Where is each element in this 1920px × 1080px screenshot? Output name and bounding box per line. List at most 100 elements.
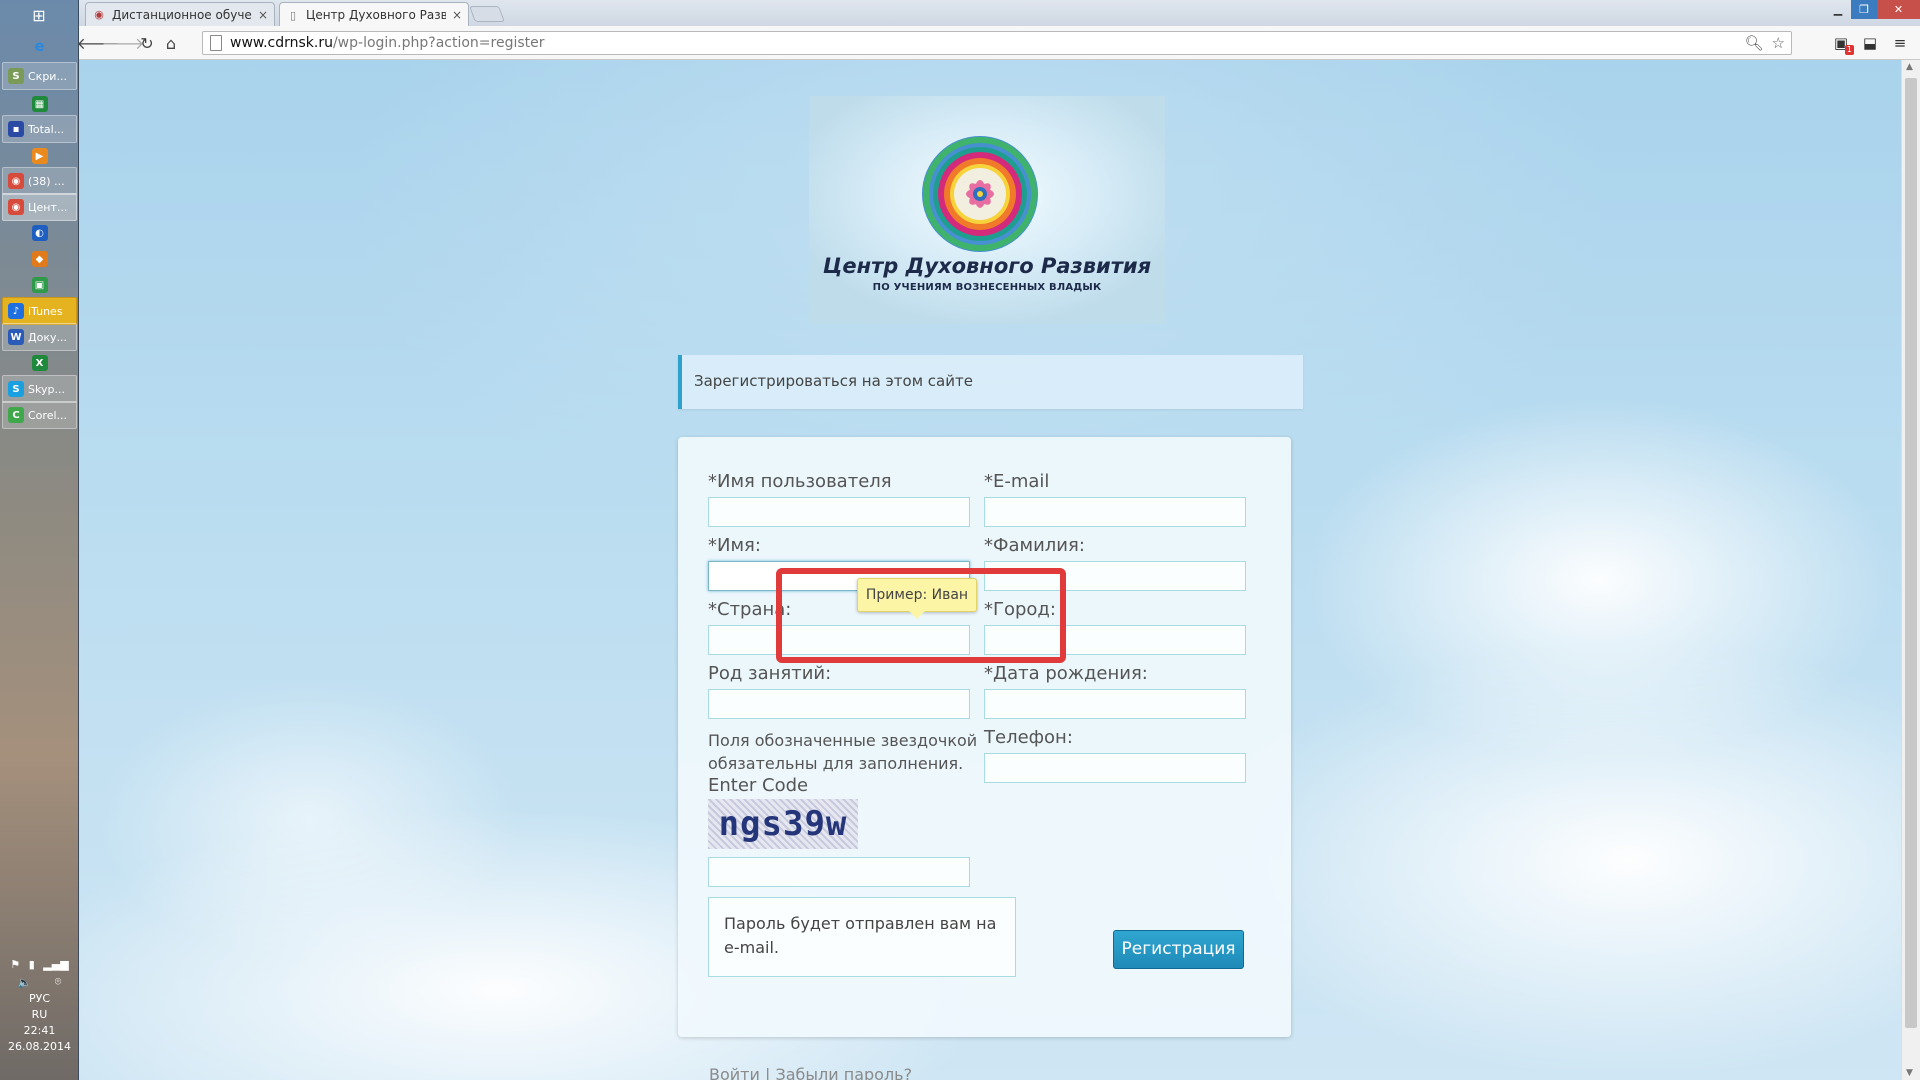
floppy-icon: ▪ xyxy=(8,121,24,137)
chrome-icon: ◉ xyxy=(8,199,24,215)
url-path: /wp-login.php?action=register xyxy=(332,35,545,51)
registration-form: *Имя пользователя *E-mail *Имя: *Фамилия… xyxy=(678,437,1291,1037)
address-bar[interactable]: www.cdrnsk.ru /wp-login.php?action=regis… xyxy=(202,31,1792,55)
windows-start-icon[interactable]: ⊞ xyxy=(24,4,54,26)
web-page: Центр Духовного Развития ПО УЧЕНИЯМ ВОЗН… xyxy=(79,60,1901,1080)
excel-icon: X xyxy=(31,355,48,371)
taskbar-item-label: Скри... xyxy=(28,69,67,83)
restore-button[interactable]: ❐ xyxy=(1851,0,1877,19)
extension-2-icon[interactable]: ⬓ xyxy=(1859,32,1881,54)
input-language[interactable]: РУС xyxy=(0,991,79,1007)
taskbar-item-0[interactable]: S Скри... xyxy=(2,62,77,90)
login-link[interactable]: Войти xyxy=(709,1065,760,1080)
app-icon: S xyxy=(8,68,24,84)
username-label: *Имя пользователя xyxy=(708,471,892,492)
taskbar-item-8[interactable]: ▣ xyxy=(2,271,77,299)
page-scrollbar[interactable]: ▲ ▼ xyxy=(1901,60,1920,1080)
new-tab-button[interactable] xyxy=(469,6,505,22)
bottom-links: Войти | Забыли пароль? xyxy=(709,1065,912,1080)
clock-time[interactable]: 22:41 xyxy=(0,1023,79,1039)
itunes-icon: ♪ xyxy=(8,303,24,319)
taskbar-item-6[interactable]: ◐ xyxy=(2,219,77,247)
signal-icon[interactable]: ▂▄▆ xyxy=(43,958,68,971)
page-favicon-icon: ▯ xyxy=(289,8,297,22)
home-icon[interactable]: ⌂ xyxy=(160,32,182,54)
shield-icon: ◆ xyxy=(31,251,48,267)
scroll-thumb[interactable] xyxy=(1905,78,1917,1028)
input-language-code[interactable]: RU xyxy=(0,1007,79,1023)
taskbar-item-label: Цент... xyxy=(28,200,68,214)
password-note: Пароль будет отправлен вам на e-mail. xyxy=(708,897,1016,977)
logo-title: Центр Духовного Развития xyxy=(822,254,1152,278)
taskbar-item-3[interactable]: ▶ xyxy=(2,142,77,170)
taskbar-item-label: Corel... xyxy=(28,408,68,422)
register-button[interactable]: Регистрация xyxy=(1113,930,1244,969)
page-icon xyxy=(210,35,222,51)
reload-icon[interactable]: ↻ xyxy=(136,32,158,54)
tab-spiritual-center[interactable]: ▯ Центр Духовного Развит × xyxy=(279,2,469,27)
url-host: www.cdrnsk.ru xyxy=(230,35,333,51)
extension-icon[interactable]: ▣ 1 xyxy=(1830,32,1854,55)
close-window-button[interactable]: ✕ xyxy=(1877,0,1920,19)
system-tray: ⚑ ▮ ▂▄▆ 🔈 ⌾ РУС RU 22:41 26.08.2014 xyxy=(0,955,79,1080)
occupation-input[interactable] xyxy=(708,689,970,719)
birthdate-label: *Дата рождения: xyxy=(984,663,1148,684)
taskbar-item-4[interactable]: ◉ (38) ... xyxy=(2,167,77,195)
lost-password-link[interactable]: Забыли пароль? xyxy=(775,1065,912,1080)
tab-close-icon[interactable]: × xyxy=(452,8,462,22)
taskbar: ⊞ e S Скри... ▦ ▪ Total... ▶ ◉ (38) ... ◉ Цент...… xyxy=(0,0,79,1080)
chrome-icon: ◉ xyxy=(8,173,24,189)
network-icon[interactable]: ⌾ xyxy=(55,975,62,989)
ie-icon[interactable]: e xyxy=(2,32,77,60)
taskbar-item-7[interactable]: ◆ xyxy=(2,245,77,273)
example-tooltip: Пример: Иван xyxy=(857,578,977,612)
volume-icon[interactable]: 🔈 xyxy=(18,976,32,989)
required-fields-note: Поля обозначенные звездочкой обязательны… xyxy=(708,731,978,773)
tab-title: Дистанционное обучени xyxy=(112,7,252,22)
taskbar-item-1[interactable]: ▦ xyxy=(2,90,77,118)
browser-chrome: ◉ Дистанционное обучени × ▯ Центр Духовн… xyxy=(77,0,1920,60)
occupation-label: Род занятий: xyxy=(708,663,832,684)
taskbar-item-10[interactable]: W Доку... xyxy=(2,323,77,351)
last-name-label: *Фамилия: xyxy=(984,535,1085,556)
bookmark-star-icon[interactable]: ☆ xyxy=(1772,34,1785,52)
forward-icon[interactable]: 🡒 xyxy=(102,32,145,54)
scroll-down-icon[interactable]: ▼ xyxy=(1906,1068,1913,1078)
taskbar-item-12[interactable]: S Skyp... xyxy=(2,375,77,403)
media-player-icon: ▶ xyxy=(31,148,48,164)
zoom-icon[interactable]: 🔍︎ xyxy=(1745,34,1764,52)
email-input[interactable] xyxy=(984,497,1246,527)
tooltip-arrow xyxy=(909,611,925,619)
site-favicon-icon: ◉ xyxy=(94,8,104,21)
tab-distance-learning[interactable]: ◉ Дистанционное обучени × xyxy=(85,2,275,26)
clock-date[interactable]: 26.08.2014 xyxy=(0,1039,79,1055)
phone-label: Телефон: xyxy=(984,727,1073,748)
email-label: *E-mail xyxy=(984,471,1050,492)
tab-title: Центр Духовного Развит xyxy=(306,8,446,22)
taskbar-item-13[interactable]: C Corel... xyxy=(2,401,77,429)
word-icon: W xyxy=(8,329,24,345)
scroll-up-icon[interactable]: ▲ xyxy=(1906,62,1913,72)
taskbar-item-label: Skyp... xyxy=(28,382,65,396)
link-separator: | xyxy=(764,1065,771,1080)
logo-subtitle: ПО УЧЕНИЯМ ВОЗНЕСЕННЫХ ВЛАДЫК xyxy=(872,282,1102,293)
taskbar-item-label: (38) ... xyxy=(28,174,65,188)
taskbar-item-5[interactable]: ◉ Цент... xyxy=(2,193,77,221)
phone-input[interactable] xyxy=(984,753,1246,783)
first-name-label: *Имя: xyxy=(708,535,761,556)
battery-icon[interactable]: ▮ xyxy=(29,958,35,971)
tab-close-icon[interactable]: × xyxy=(258,8,268,22)
minimize-button[interactable]: ▁ xyxy=(1825,0,1851,19)
taskbar-item-11[interactable]: X xyxy=(2,349,77,377)
site-logo[interactable]: Центр Духовного Развития ПО УЧЕНИЯМ ВОЗН… xyxy=(809,96,1165,324)
taskbar-item-9[interactable]: ♪ iTunes xyxy=(2,297,77,325)
username-input[interactable] xyxy=(708,497,970,527)
flag-icon[interactable]: ⚑ xyxy=(10,958,20,971)
browser-toolbar: 🡐 🡒 ↻ ⌂ www.cdrnsk.ru /wp-login.php?acti… xyxy=(77,26,1920,60)
taskbar-item-2[interactable]: ▪ Total... xyxy=(2,115,77,143)
extension-badge: 1 xyxy=(1844,45,1854,55)
menu-icon[interactable]: ≡ xyxy=(1889,32,1911,54)
birthdate-input[interactable] xyxy=(984,689,1246,719)
captcha-input[interactable] xyxy=(708,857,970,887)
tab-strip: ◉ Дистанционное обучени × ▯ Центр Духовн… xyxy=(79,0,1920,27)
